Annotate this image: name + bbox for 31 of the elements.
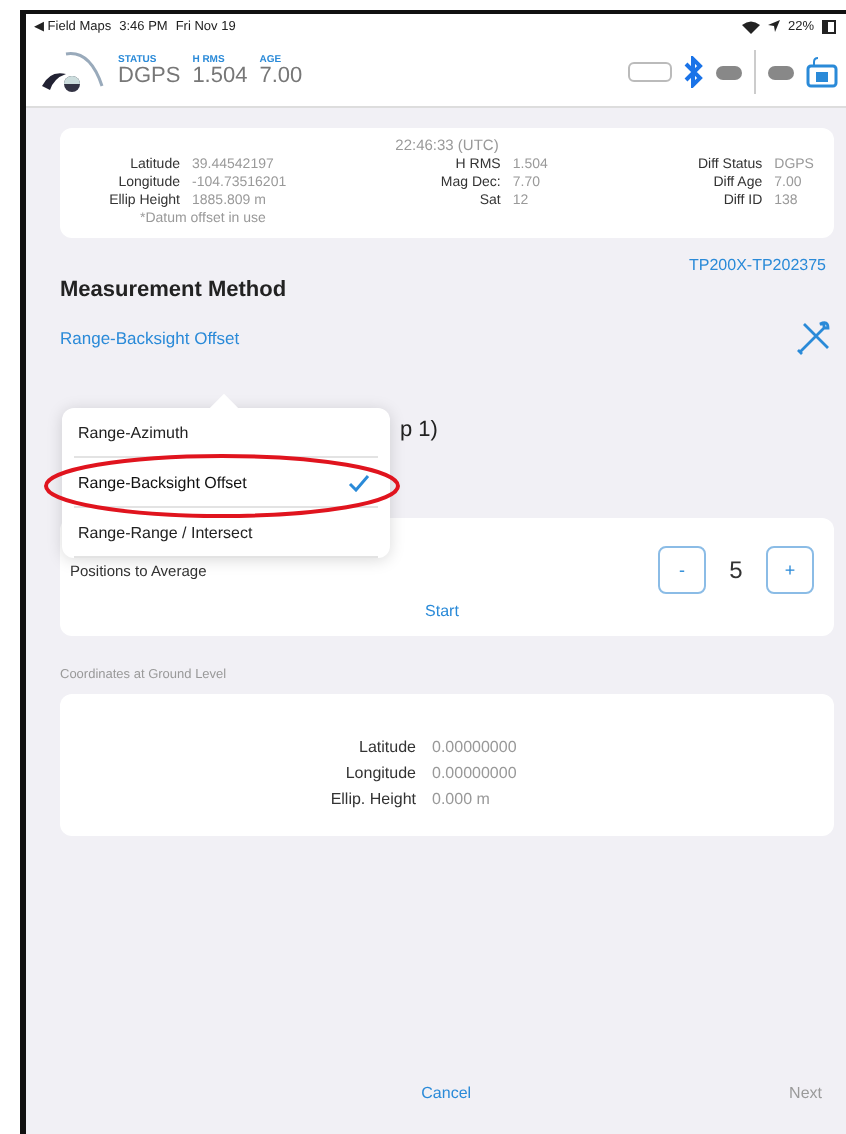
coordinate-value: 0.00000000 [432,764,517,782]
tools-icon[interactable] [794,318,834,358]
coordinate-label: Longitude [343,764,416,782]
indicator-pill-icon [716,65,742,79]
section-title: Measurement Method [60,278,289,302]
bluetooth-icon [684,56,704,88]
coordinate-label: Latitude [357,738,416,756]
header-value: DGPS [118,66,181,88]
indicator-pill-icon [768,65,794,79]
checkmark-icon [348,473,370,491]
increment-button[interactable]: + [766,546,814,594]
menu-option[interactable]: Range-Range / Intersect [74,508,378,558]
location-arrow-icon [767,20,780,32]
step-heading: p 1) [400,418,438,446]
decrement-button[interactable]: - [658,546,706,594]
receiver-link[interactable]: TP200X-TP202375 [689,256,826,274]
header-value: 7.00 [259,66,303,88]
position-count: 5 [727,556,745,584]
coordinate-value: 0.000 m [432,790,490,808]
battery-icon [822,19,838,33]
receiver-logo-icon [38,46,106,98]
header-value: 1.504 [192,66,248,88]
wifi-icon [741,19,760,33]
coordinate-label: Ellip. Height [328,790,416,808]
menu-option[interactable]: Range-Azimuth [74,408,378,458]
method-dropdown[interactable]: Range-Backsight Offset [60,328,240,348]
cancel-button[interactable]: Cancel [417,1080,476,1106]
start-button[interactable]: Start [421,598,463,624]
coordinate-value: 0.00000000 [432,738,517,756]
lock-icon[interactable] [806,56,838,88]
battery-outline-icon [628,62,672,82]
